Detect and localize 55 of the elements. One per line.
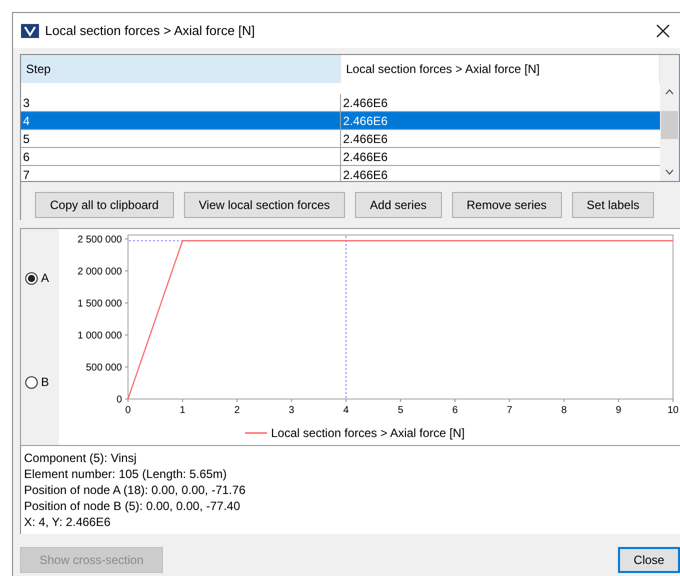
y-tick-label: 500 000 [86,362,122,374]
scroll-thumb[interactable] [661,111,678,139]
table-cell-text: 2.466E6 [342,112,389,129]
x-tick-label: 3 [288,405,294,416]
toolbar-button[interactable]: View local section forces [184,192,345,218]
y-tick-label: 0 [116,394,122,406]
close-icon[interactable] [656,24,670,38]
table-cell: 3 [21,94,341,111]
x-tick-label: 0 [125,405,131,416]
legend-label: Local section forces > Axial force [N] [271,426,465,440]
x-tick-label: 9 [616,405,622,416]
window-title: Local section forces > Axial force [N] [45,23,256,38]
toolbar-button[interactable]: Add series [354,192,442,218]
app-logo-icon [21,24,39,38]
column-header[interactable]: Step [21,55,341,83]
y-tick-label: 2 500 000 [78,234,122,246]
x-tick-label: 8 [561,405,567,416]
toolbar-button[interactable]: Copy all to clipboard [35,192,174,218]
table-row[interactable]: 5 2.466E6 [21,130,660,148]
info-text: Position of node A (18): 0.00, 0.00, -71.76 [24,482,246,498]
x-tick-label: 2 [234,405,240,416]
scrollbar[interactable] [660,55,679,181]
x-tick-label: 1 [180,405,186,416]
table-row[interactable]: 6 2.466E6 [21,148,660,166]
close-button[interactable]: Close [618,547,680,573]
y-tick-label: 1 000 000 [78,330,122,342]
x-tick-label: 7 [506,405,512,416]
table-cell-text: 2.466E6 [342,166,389,181]
chevron-up-icon[interactable] [665,89,674,95]
radio-icon[interactable] [25,376,38,388]
chevron-down-icon[interactable] [665,169,674,175]
table-cell: 5 [21,130,341,147]
table-row[interactable]: 4 2.466E6 [21,112,660,130]
table-cell-text: 2.466E6 [342,94,389,111]
x-tick-label: 4 [343,405,349,416]
toolbar-button[interactable]: Set labels [572,192,654,218]
table-cell: 4 [21,112,341,129]
info-text: X: 4, Y: 2.466E6 [24,514,112,530]
y-tick-label: 1 500 000 [78,298,122,310]
x-tick-label: 10 [667,405,679,416]
radio-icon[interactable] [25,272,38,284]
info-text: Element number: 105 (Length: 5.65m) [24,466,228,482]
table-cell: 7 [21,166,341,181]
node-radio[interactable]: A [25,271,59,285]
x-tick-label: 6 [452,405,458,416]
y-tick-label: 2 000 000 [78,266,122,278]
table-cell-text: 2.466E6 [342,130,389,147]
table-cell-text: 2.466E6 [342,148,389,165]
info-text: Position of node B (5): 0.00, 0.00, -77.40 [24,498,242,514]
legend-line [245,432,267,434]
toolbar-button[interactable]: Remove series [452,192,562,218]
x-tick-label: 5 [398,405,404,416]
table-cell: 6 [21,148,341,165]
info-text: Component (5): Vinsj [24,450,138,466]
node-radio[interactable]: B [25,375,59,389]
